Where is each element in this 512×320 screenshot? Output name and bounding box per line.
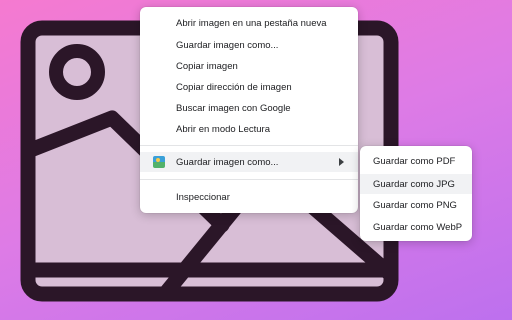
chevron-right-icon	[339, 158, 344, 166]
menu-item-open-image-new-tab[interactable]: Abrir imagen en una pestaña nueva	[140, 13, 358, 33]
menu-item-label: Copiar dirección de imagen	[176, 81, 292, 93]
submenu-item-save-pdf[interactable]: Guardar como PDF	[360, 151, 472, 171]
menu-item-label: Copiar imagen	[176, 60, 238, 72]
extension-image-icon	[153, 156, 165, 168]
menu-item-label: Guardar imagen como...	[176, 156, 279, 168]
submenu-item-label: Guardar como WebP	[373, 221, 463, 233]
menu-item-save-image-as[interactable]: Guardar imagen como...	[140, 35, 358, 55]
context-menu: Abrir imagen en una pestaña nueva Guarda…	[140, 7, 358, 213]
menu-item-extension-save-image-as[interactable]: Guardar imagen como...	[140, 152, 358, 172]
menu-item-label: Inspeccionar	[176, 191, 230, 203]
menu-item-copy-image-address[interactable]: Copiar dirección de imagen	[140, 77, 358, 97]
menu-item-copy-image[interactable]: Copiar imagen	[140, 56, 358, 76]
menu-item-label: Guardar imagen como...	[176, 39, 279, 51]
menu-item-inspect[interactable]: Inspeccionar	[140, 187, 358, 207]
menu-item-search-image-google[interactable]: Buscar imagen con Google	[140, 98, 358, 118]
submenu-item-save-png[interactable]: Guardar como PNG	[360, 195, 472, 215]
submenu-item-label: Guardar como PDF	[373, 155, 456, 167]
menu-item-label: Buscar imagen con Google	[176, 102, 291, 114]
menu-divider	[140, 145, 358, 146]
menu-item-label: Abrir en modo Lectura	[176, 123, 270, 135]
submenu-item-label: Guardar como PNG	[373, 199, 457, 211]
menu-item-label: Abrir imagen en una pestaña nueva	[176, 17, 327, 29]
submenu-item-label: Guardar como JPG	[373, 178, 455, 190]
submenu-item-save-webp[interactable]: Guardar como WebP	[360, 217, 472, 237]
menu-item-open-reading-mode[interactable]: Abrir en modo Lectura	[140, 119, 358, 139]
menu-divider	[140, 179, 358, 180]
submenu-item-save-jpg[interactable]: Guardar como JPG	[360, 174, 472, 194]
save-as-submenu: Guardar como PDF Guardar como JPG Guarda…	[360, 146, 472, 241]
